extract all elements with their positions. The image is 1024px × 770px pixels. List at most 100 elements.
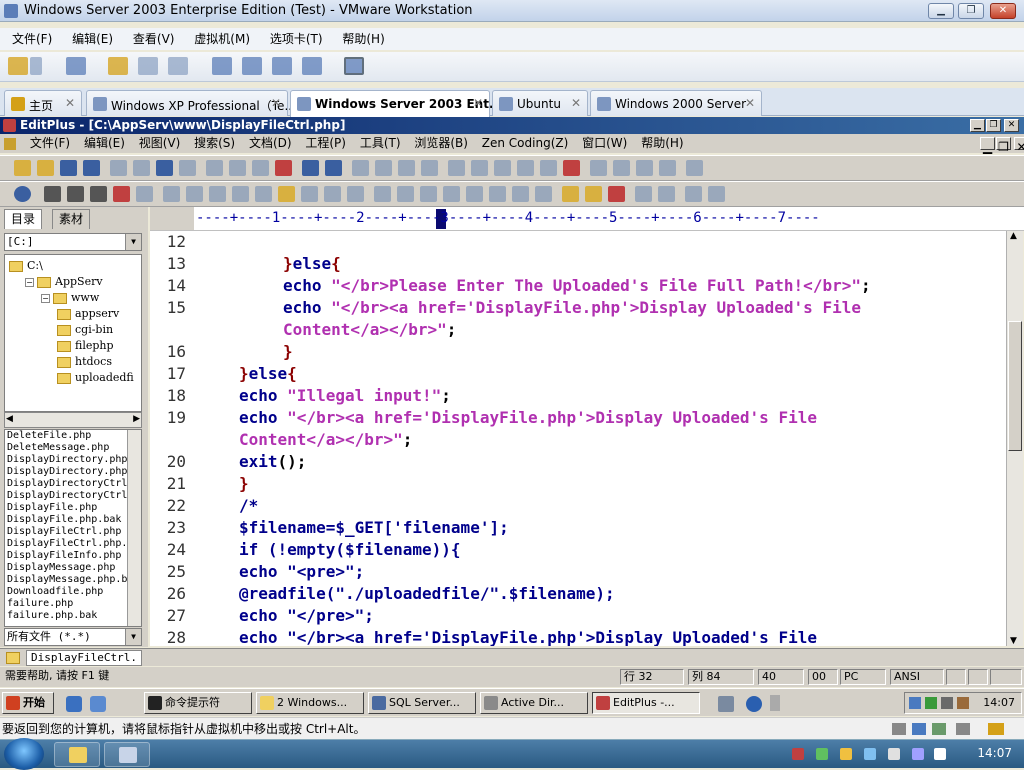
code-line[interactable]: /* bbox=[239, 496, 258, 515]
close-button[interactable]: ✕ bbox=[990, 3, 1016, 19]
menu-edit[interactable]: 编辑(E) bbox=[72, 28, 113, 50]
editplus-close-button[interactable]: ✕ bbox=[1004, 119, 1019, 132]
tab-ubuntu[interactable]: Ubuntu ✕ bbox=[492, 90, 588, 116]
code-line[interactable]: }else{ bbox=[283, 254, 341, 273]
tab-windows-server-2003[interactable]: Windows Server 2003 Ent... ✕ bbox=[290, 90, 503, 117]
code-line[interactable]: } bbox=[239, 474, 249, 493]
replace-icon[interactable] bbox=[375, 160, 392, 176]
close-icon[interactable]: ✕ bbox=[473, 96, 483, 110]
list-icon[interactable] bbox=[420, 186, 437, 202]
tray-device-icon[interactable] bbox=[888, 748, 900, 760]
paragraph-icon[interactable] bbox=[209, 186, 226, 202]
save-all-icon[interactable] bbox=[83, 160, 100, 176]
open-file-icon[interactable] bbox=[37, 160, 54, 176]
taskbar-sql-server[interactable]: SQL Server... bbox=[368, 692, 476, 714]
center-icon[interactable] bbox=[397, 186, 414, 202]
tree-node[interactable]: uploadedfi bbox=[57, 371, 134, 385]
paste-icon[interactable] bbox=[252, 160, 269, 176]
hex-icon[interactable] bbox=[471, 160, 488, 176]
ep-menu-search[interactable]: 搜索(S) bbox=[194, 134, 235, 153]
spell-check-icon[interactable] bbox=[156, 160, 173, 176]
list-item[interactable]: DeleteMessage.php bbox=[6, 442, 141, 454]
tray-app-icon[interactable] bbox=[792, 748, 804, 760]
doc-restore-button[interactable]: ❐ bbox=[996, 137, 1011, 154]
ep-menu-view[interactable]: 视图(V) bbox=[139, 134, 181, 153]
file-list-scrollbar[interactable] bbox=[127, 430, 141, 626]
toolbar-option2-icon[interactable] bbox=[658, 186, 675, 202]
folder-icon[interactable] bbox=[6, 652, 20, 664]
code-line[interactable]: echo "</br><a href='DisplayFile.php'>Dis… bbox=[283, 298, 861, 317]
list-item[interactable]: DisplayDirectoryCtrl bbox=[6, 478, 141, 490]
output-window-icon[interactable] bbox=[636, 160, 653, 176]
network-status-icon[interactable] bbox=[932, 723, 946, 735]
tree-horizontal-scrollbar[interactable]: ◀ ▶ bbox=[4, 412, 142, 428]
code-line[interactable]: if (!empty($filename)){ bbox=[239, 540, 461, 559]
tab-windows-xp[interactable]: Windows XP Professional（Te... ✕ bbox=[86, 90, 296, 116]
tab-windows-2000[interactable]: Windows 2000 Server ✕ bbox=[590, 90, 762, 116]
line-numbers-icon[interactable] bbox=[540, 160, 557, 176]
color-picker-icon[interactable] bbox=[136, 186, 153, 202]
sidebar-tab-cliptext[interactable]: 素材 bbox=[52, 209, 91, 229]
snapshot-icon[interactable] bbox=[108, 57, 128, 75]
list-item[interactable]: DisplayFile.php bbox=[6, 502, 141, 514]
ep-menu-edit[interactable]: 编辑(E) bbox=[84, 134, 125, 153]
close-icon[interactable]: ✕ bbox=[571, 96, 581, 110]
editplus-restore-button[interactable]: ❐ bbox=[986, 119, 1001, 132]
span-icon[interactable] bbox=[535, 186, 552, 202]
ie-quick-launch-icon[interactable] bbox=[66, 696, 82, 712]
table-icon[interactable] bbox=[374, 186, 391, 202]
chevron-down-icon[interactable] bbox=[30, 57, 42, 75]
ep-menu-window[interactable]: 窗口(W) bbox=[582, 134, 627, 153]
revert-snapshot-icon[interactable] bbox=[138, 57, 158, 75]
line-break-icon[interactable] bbox=[186, 186, 203, 202]
font-color-icon[interactable] bbox=[113, 186, 130, 202]
tree-node[interactable]: cgi-bin bbox=[57, 323, 113, 337]
network-icon[interactable] bbox=[909, 697, 921, 709]
form-icon[interactable] bbox=[562, 186, 579, 202]
message-log-icon[interactable] bbox=[988, 723, 1004, 735]
tile-window-icon[interactable] bbox=[659, 160, 676, 176]
menu-help[interactable]: 帮助(H) bbox=[342, 28, 384, 50]
ep-menu-help[interactable]: 帮助(H) bbox=[641, 134, 683, 153]
code-line[interactable]: $filename=$_GET['filename']; bbox=[239, 518, 509, 537]
ep-menu-project[interactable]: 工程(P) bbox=[305, 134, 346, 153]
snapshot-manager-icon[interactable] bbox=[168, 57, 188, 75]
comment-icon[interactable] bbox=[324, 186, 341, 202]
security-icon[interactable] bbox=[957, 697, 969, 709]
menu-view[interactable]: 查看(V) bbox=[133, 28, 175, 50]
full-screen-icon[interactable] bbox=[272, 57, 292, 75]
taskbar-active-directory[interactable]: Active Dir... bbox=[480, 692, 588, 714]
heading-icon[interactable] bbox=[232, 186, 249, 202]
ep-menu-file[interactable]: 文件(F) bbox=[30, 134, 70, 153]
maximize-button[interactable]: ❐ bbox=[958, 3, 984, 19]
code-line[interactable]: echo "<pre>"; bbox=[239, 562, 364, 581]
vmware-tools-icon[interactable] bbox=[925, 697, 937, 709]
doc-minimize-button[interactable]: ▁ bbox=[980, 137, 995, 154]
printer-tray-icon[interactable] bbox=[718, 696, 734, 712]
blockquote-icon[interactable] bbox=[466, 186, 483, 202]
scroll-up-icon[interactable]: ▲ bbox=[1010, 231, 1017, 241]
document-tab[interactable]: DisplayFileCtrl. bbox=[26, 650, 142, 666]
pre-icon[interactable] bbox=[443, 186, 460, 202]
browser-icon[interactable] bbox=[179, 160, 196, 176]
folder-tree[interactable]: C:\ − AppServ − www appserv cgi-bin filephp htdo… bbox=[4, 254, 142, 412]
preview-icon[interactable] bbox=[685, 186, 702, 202]
explorer-quick-launch-icon[interactable] bbox=[90, 696, 106, 712]
list-item[interactable]: DisplayMessage.php.b bbox=[6, 574, 141, 586]
cliptext-window-icon[interactable] bbox=[613, 160, 630, 176]
font-tag-icon[interactable] bbox=[489, 186, 506, 202]
tree-toggle-icon[interactable]: − bbox=[25, 277, 34, 287]
tree-node[interactable]: filephp bbox=[57, 339, 114, 353]
list-item[interactable]: DisplayDirectory.php bbox=[6, 466, 141, 478]
tree-node[interactable]: htdocs bbox=[57, 355, 112, 369]
ep-menu-zen-coding[interactable]: Zen Coding(Z) bbox=[482, 134, 569, 153]
undo-icon[interactable] bbox=[302, 160, 319, 176]
horizontal-rule-icon[interactable] bbox=[301, 186, 318, 202]
list-item[interactable]: failure.php.bak bbox=[6, 610, 141, 622]
host-start-orb[interactable] bbox=[4, 738, 44, 770]
code-line[interactable]: @readfile("./uploadedfile/".$filename); bbox=[239, 584, 615, 603]
taskbar-windows-group[interactable]: 2 Windows... bbox=[256, 692, 364, 714]
volume-icon[interactable] bbox=[934, 748, 946, 760]
code-line[interactable]: Content</a></br>"; bbox=[239, 430, 412, 449]
list-item[interactable]: failure.php bbox=[6, 598, 141, 610]
